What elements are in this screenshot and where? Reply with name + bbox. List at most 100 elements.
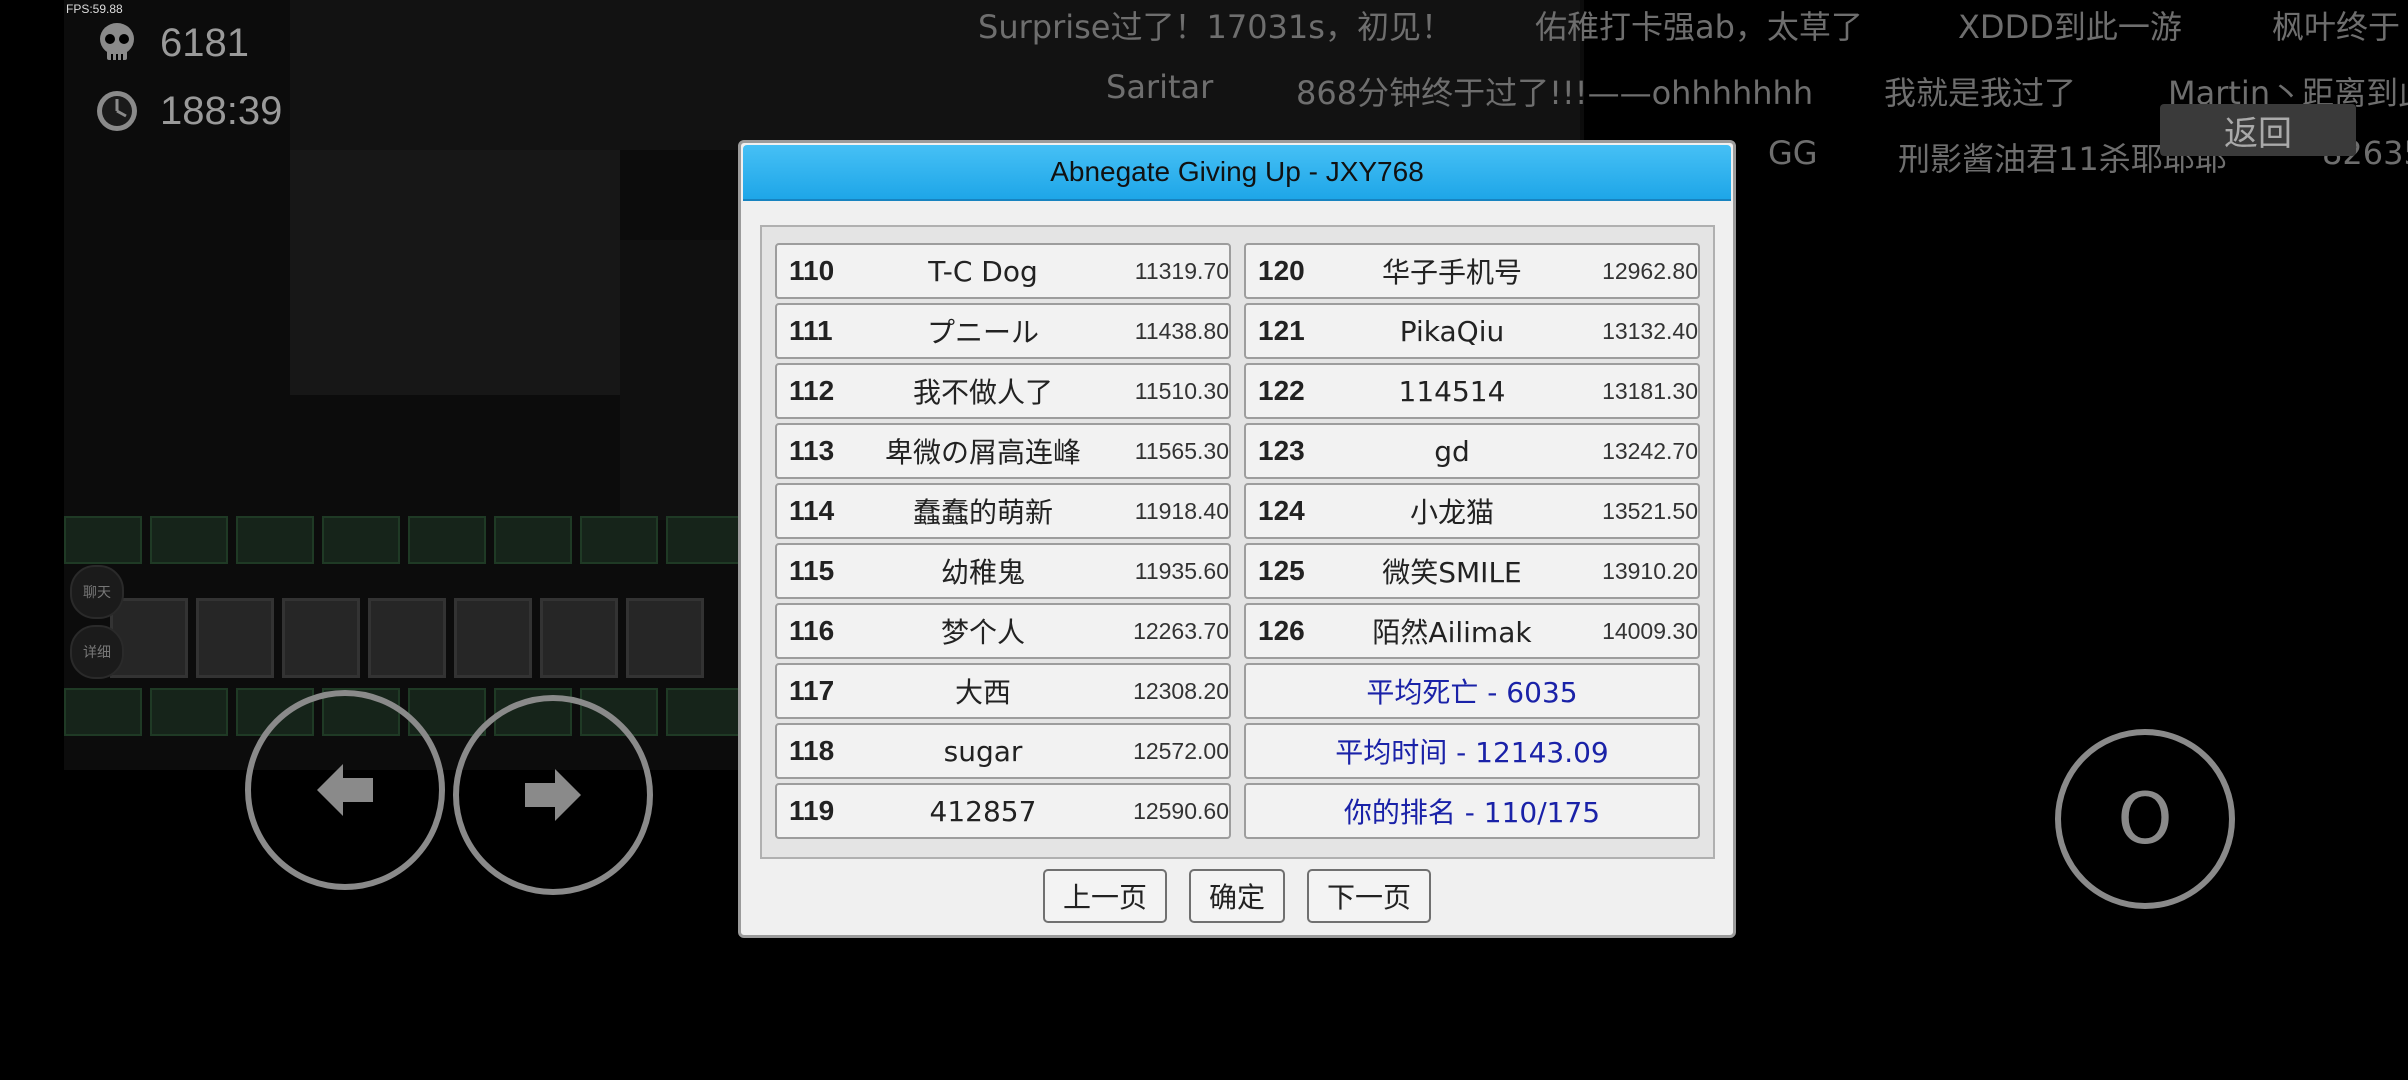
rank-number: 112 bbox=[789, 375, 835, 406]
move-right-button[interactable] bbox=[453, 695, 653, 895]
rank-number: 117 bbox=[789, 675, 835, 706]
leaderboard-row: 115 幼稚鬼 11935.60 bbox=[775, 543, 1231, 599]
clear-time: 12308.20 bbox=[1133, 677, 1229, 704]
leaderboard-row: 121 PikaQiu 13132.40 bbox=[1244, 303, 1700, 359]
skull-icon bbox=[100, 23, 134, 60]
leaderboard-row: 117 大西 12308.20 bbox=[775, 663, 1231, 719]
prev-page-button[interactable]: 上一页 bbox=[1042, 869, 1167, 923]
leaderboard-row: 110 T-C Dog 11319.70 bbox=[775, 243, 1231, 299]
leaderboard-row: 120 华子手机号 12962.80 bbox=[1244, 243, 1700, 299]
your-rank: 你的排名 - 110/175 bbox=[1244, 783, 1700, 839]
leaderboard-row: 126 陌然Ailimak 14009.30 bbox=[1244, 603, 1700, 659]
rank-number: 119 bbox=[789, 795, 835, 826]
arrow-right-icon bbox=[525, 769, 581, 821]
danmaku-message: GG bbox=[1768, 134, 1818, 172]
leaderboard-row: 122 114514 13181.30 bbox=[1244, 363, 1700, 419]
leaderboard-row: 123 gd 13242.70 bbox=[1244, 423, 1700, 479]
chat-chip[interactable]: 聊天 bbox=[70, 565, 124, 619]
clock-icon bbox=[97, 91, 137, 131]
spike-tile-row bbox=[64, 516, 744, 572]
rank-number: 115 bbox=[789, 555, 835, 586]
rank-number: 110 bbox=[789, 255, 835, 286]
clear-time: 11565.30 bbox=[1134, 437, 1229, 464]
leaderboard-row: 124 小龙猫 13521.50 bbox=[1244, 483, 1700, 539]
elapsed-time: 188:39 bbox=[160, 88, 283, 133]
clear-time: 14009.30 bbox=[1602, 617, 1698, 644]
player-name: sugar bbox=[943, 734, 1023, 768]
clear-time: 12962.80 bbox=[1602, 257, 1698, 284]
player-name: gd bbox=[1434, 434, 1470, 468]
player-name: 蠢蠢的萌新 bbox=[912, 496, 1053, 529]
player-name: 412857 bbox=[929, 794, 1037, 828]
player-name: 梦个人 bbox=[940, 616, 1025, 649]
ok-button[interactable]: 确定 bbox=[1188, 869, 1285, 923]
leaderboard-row: 112 我不做人了 11510.30 bbox=[775, 363, 1231, 419]
arrow-left-icon bbox=[317, 764, 373, 816]
fps-counter: FPS:59.88 bbox=[66, 2, 123, 16]
player-name: 小龙猫 bbox=[1409, 496, 1494, 529]
clear-time: 13181.30 bbox=[1602, 377, 1698, 404]
clear-time: 12590.60 bbox=[1133, 797, 1229, 824]
leaderboard-dialog: Abnegate Giving Up - JXY768 110 T-C Dog … bbox=[738, 140, 1736, 938]
player-name: 华子手机号 bbox=[1381, 256, 1522, 289]
block-row bbox=[110, 598, 750, 680]
leaderboard-column-right: 120 华子手机号 12962.80 121 PikaQiu 13132.40 … bbox=[1244, 243, 1700, 839]
details-chip[interactable]: 详细 bbox=[70, 625, 124, 679]
rank-number: 120 bbox=[1258, 255, 1305, 286]
rank-number: 122 bbox=[1258, 375, 1305, 406]
leaderboard-grid: 110 T-C Dog 11319.70 111 プニール 11438.80 1… bbox=[760, 225, 1715, 859]
clear-time: 13910.20 bbox=[1602, 557, 1698, 584]
clear-time: 13132.40 bbox=[1602, 317, 1698, 344]
danmaku-message: 枫叶终于 bbox=[2272, 8, 2401, 46]
clear-time: 11918.40 bbox=[1134, 497, 1229, 524]
move-left-button[interactable] bbox=[245, 690, 445, 890]
player-name: PikaQiu bbox=[1399, 314, 1505, 348]
rank-number: 118 bbox=[789, 735, 835, 766]
leaderboard-row: 118 sugar 12572.00 bbox=[775, 723, 1231, 779]
leaderboard-row: 111 プニール 11438.80 bbox=[775, 303, 1231, 359]
player-name: 114514 bbox=[1398, 374, 1506, 408]
danmaku-message: 佑稚打卡强ab，太草了 bbox=[1535, 8, 1863, 46]
clear-time: 11510.30 bbox=[1134, 377, 1229, 404]
leaderboard-column-left: 110 T-C Dog 11319.70 111 プニール 11438.80 1… bbox=[775, 243, 1231, 839]
rank-number: 121 bbox=[1258, 315, 1305, 346]
danmaku-message: 868分钟终于过了!!!——ohhhhhhh bbox=[1296, 74, 1814, 112]
clear-time: 11319.70 bbox=[1134, 257, 1229, 284]
death-counter: 6181 bbox=[94, 20, 249, 66]
clear-time: 13521.50 bbox=[1602, 497, 1698, 524]
player-name: 陌然Ailimak bbox=[1372, 616, 1532, 649]
average-deaths: 平均死亡 - 6035 bbox=[1244, 663, 1700, 719]
leaderboard-row: 114 蠢蠢的萌新 11918.40 bbox=[775, 483, 1231, 539]
clear-time: 11935.60 bbox=[1134, 557, 1229, 584]
rank-number: 123 bbox=[1258, 435, 1305, 466]
scene-wall bbox=[290, 150, 620, 395]
leaderboard-row: 119 412857 12590.60 bbox=[775, 783, 1231, 839]
clear-time: 13242.70 bbox=[1602, 437, 1698, 464]
jump-button-label: O bbox=[2117, 778, 2173, 860]
dialog-buttons: 上一页 确定 下一页 bbox=[741, 869, 1733, 923]
rank-number: 113 bbox=[789, 435, 835, 466]
leaderboard-row: 125 微笑SMILE 13910.20 bbox=[1244, 543, 1700, 599]
dialog-title: Abnegate Giving Up - JXY768 bbox=[743, 145, 1731, 201]
danmaku-message: XDDD到此一游 bbox=[1958, 8, 2182, 46]
player-name: T-C Dog bbox=[928, 254, 1038, 288]
player-name: 卑微の屑高连峰 bbox=[884, 436, 1081, 469]
jump-button[interactable]: O bbox=[2055, 729, 2235, 909]
back-button[interactable]: 返回 bbox=[2160, 104, 2356, 156]
leaderboard-row: 116 梦个人 12263.70 bbox=[775, 603, 1231, 659]
clear-time: 12263.70 bbox=[1133, 617, 1229, 644]
rank-number: 126 bbox=[1258, 615, 1305, 646]
player-name: 我不做人了 bbox=[912, 376, 1053, 409]
danmaku-message: Saritar bbox=[1106, 68, 1214, 106]
timer: 188:39 bbox=[94, 88, 282, 134]
rank-number: 124 bbox=[1258, 495, 1305, 526]
rank-number: 111 bbox=[789, 315, 833, 346]
leaderboard-row: 113 卑微の屑高连峰 11565.30 bbox=[775, 423, 1231, 479]
clear-time: 11438.80 bbox=[1134, 317, 1229, 344]
rank-number: 116 bbox=[789, 615, 835, 646]
average-time: 平均时间 - 12143.09 bbox=[1244, 723, 1700, 779]
next-page-button[interactable]: 下一页 bbox=[1307, 869, 1432, 923]
death-count: 6181 bbox=[160, 20, 249, 65]
player-name: 大西 bbox=[954, 676, 1011, 709]
danmaku-message: 我就是我过了 bbox=[1884, 74, 2077, 112]
